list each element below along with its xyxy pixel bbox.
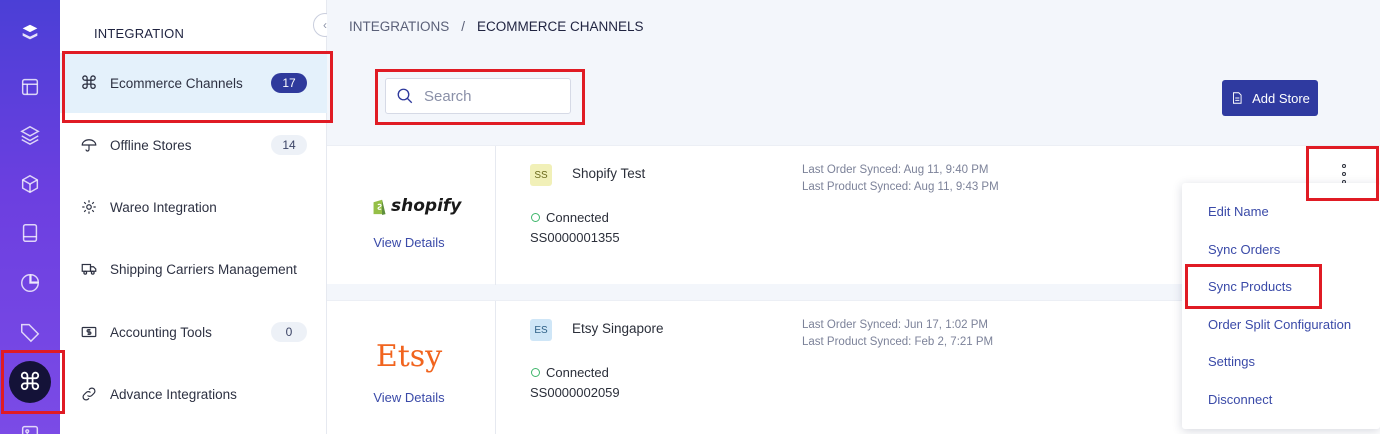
command-icon: ⌘: [80, 72, 98, 93]
sidebar-item-label: Offline Stores: [110, 137, 192, 153]
image-icon[interactable]: [0, 414, 60, 434]
menu-item-settings[interactable]: Settings: [1208, 354, 1255, 369]
search-input[interactable]: [424, 87, 554, 105]
add-store-button[interactable]: Add Store: [1222, 80, 1318, 116]
sidebar-item-advance-integrations[interactable]: Advance Integrations: [60, 364, 327, 424]
shopify-logo: shopify: [371, 196, 461, 216]
store-name: Etsy Singapore: [572, 321, 664, 336]
store-options-menu: Edit Name Sync Orders Sync Products Orde…: [1182, 183, 1380, 429]
document-icon: [1233, 92, 1242, 104]
connection-status: Connected: [531, 210, 609, 225]
umbrella-icon: [78, 134, 100, 156]
dollar-icon: [78, 321, 100, 343]
sidebar-title: INTEGRATION: [94, 26, 185, 41]
store-code: SS0000001355: [530, 230, 620, 245]
store-name: Shopify Test: [572, 166, 646, 181]
search-box[interactable]: [385, 78, 571, 114]
last-product-synced: Last Product Synced: Aug 11, 9:43 PM: [802, 181, 999, 193]
breadcrumb: INTEGRATIONS / ECOMMERCE CHANNELS: [349, 19, 644, 34]
tag-icon[interactable]: [0, 312, 60, 352]
view-details-link[interactable]: View Details: [327, 235, 491, 250]
more-options-icon[interactable]: [1337, 164, 1351, 184]
store-badge: ES: [530, 319, 552, 341]
count-badge: 0: [271, 322, 307, 342]
last-product-synced: Last Product Synced: Feb 2, 7:21 PM: [802, 336, 994, 348]
menu-item-order-split-configuration[interactable]: Order Split Configuration: [1208, 317, 1351, 332]
status-dot-icon: [531, 368, 540, 377]
connection-status: Connected: [531, 365, 609, 380]
breadcrumb-separator: /: [461, 19, 466, 34]
breadcrumb-parent[interactable]: INTEGRATIONS: [349, 19, 449, 34]
sidebar-item-label: Ecommerce Channels: [110, 75, 243, 91]
count-badge: 14: [271, 135, 307, 155]
menu-item-edit-name[interactable]: Edit Name: [1208, 204, 1269, 219]
status-label: Connected: [546, 365, 609, 380]
app-logo-icon[interactable]: [0, 13, 60, 53]
breadcrumb-current: ECOMMERCE CHANNELS: [477, 19, 644, 34]
pie-chart-icon[interactable]: [0, 263, 60, 303]
sidebar-item-label: Accounting Tools: [110, 324, 212, 340]
command-icon[interactable]: ⌘: [9, 361, 51, 403]
view-details-link[interactable]: View Details: [327, 390, 491, 405]
sidebar-item-label: Wareo Integration: [110, 199, 217, 215]
store-code: SS0000002059: [530, 385, 620, 400]
status-label: Connected: [546, 210, 609, 225]
sidebar-item-wareo-integration[interactable]: Wareo Integration: [60, 177, 327, 237]
count-badge: 17: [271, 73, 307, 93]
gear-icon: [78, 196, 100, 218]
shopify-wordmark: shopify: [391, 196, 462, 216]
layers-icon[interactable]: [0, 115, 60, 155]
toolbar: Add Store: [327, 58, 1380, 124]
add-store-label: Add Store: [1252, 90, 1310, 106]
integration-sidebar: INTEGRATION ⌘ Ecommerce Channels 17 Offl…: [60, 0, 327, 434]
truck-icon: [78, 258, 100, 280]
last-order-synced: Last Order Synced: Jun 17, 1:02 PM: [802, 319, 989, 331]
sidebar-item-shipping-carriers[interactable]: Shipping Carriers Management: [60, 239, 327, 299]
sidebar-item-label: Shipping Carriers Management: [110, 261, 297, 277]
store-logo-cell: shopify View Details: [327, 146, 496, 285]
store-logo-cell: Etsy View Details: [327, 301, 496, 434]
last-order-synced: Last Order Synced: Aug 11, 9:40 PM: [802, 164, 989, 176]
sidebar-item-label: Advance Integrations: [110, 386, 237, 402]
sidebar-item-offline-stores[interactable]: Offline Stores 14: [60, 115, 327, 175]
sidebar-item-ecommerce-channels[interactable]: ⌘ Ecommerce Channels 17: [60, 53, 327, 113]
etsy-logo: Etsy: [375, 339, 443, 374]
app-rail: ⌘: [0, 0, 60, 434]
command-glyph: ⌘: [18, 368, 42, 396]
layout-icon[interactable]: [0, 67, 60, 107]
link-icon: [78, 383, 100, 405]
search-icon: [397, 88, 413, 104]
box-icon[interactable]: [0, 164, 60, 204]
menu-item-sync-orders[interactable]: Sync Orders: [1208, 242, 1280, 257]
menu-item-sync-products[interactable]: Sync Products: [1208, 279, 1292, 294]
book-icon[interactable]: [0, 213, 60, 253]
menu-item-disconnect[interactable]: Disconnect: [1208, 392, 1272, 407]
sidebar-item-accounting-tools[interactable]: Accounting Tools 0: [60, 302, 327, 362]
status-dot-icon: [531, 213, 540, 222]
store-badge: SS: [530, 164, 552, 186]
